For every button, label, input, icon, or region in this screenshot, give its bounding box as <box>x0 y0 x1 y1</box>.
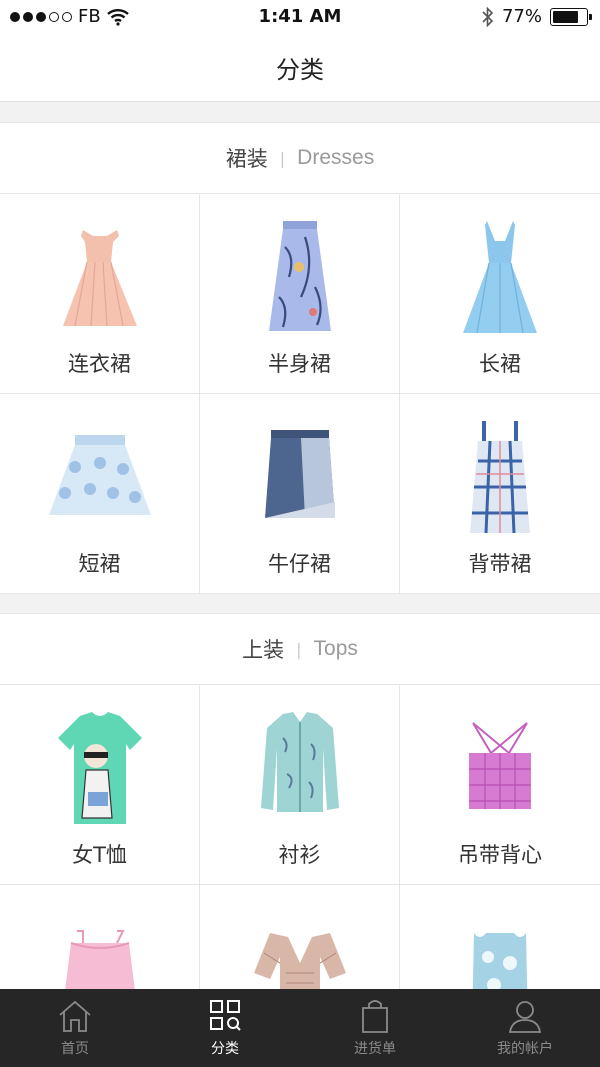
tab-label: 进货单 <box>354 1041 396 1057</box>
page-title: 分类 <box>276 56 324 84</box>
tab-home[interactable]: 首页 <box>0 989 150 1067</box>
category-item-dress[interactable]: 连衣裙 <box>0 194 200 394</box>
status-bar: FB 1:41 AM 77% <box>0 0 600 34</box>
denim-skirt-icon <box>240 414 360 540</box>
tab-account[interactable]: 我的帐户 <box>450 989 600 1067</box>
category-item-midi-skirt[interactable]: 半身裙 <box>200 194 400 394</box>
tab-label: 首页 <box>61 1041 89 1057</box>
user-icon <box>508 1001 542 1033</box>
tshirt-icon <box>40 705 160 831</box>
section-header: 上装 | Tops <box>0 613 600 685</box>
battery-percent: 77% <box>501 6 542 27</box>
section-title-zh: 上装 <box>242 638 285 662</box>
section-divider: | <box>296 639 302 659</box>
shopping-bag-icon <box>362 1000 388 1033</box>
category-item-camisole[interactable]: 吊带背心 <box>400 685 600 885</box>
category-item-shirt[interactable]: 衬衫 <box>200 685 400 885</box>
section-title-en: Tops <box>313 637 358 660</box>
pinafore-dress-icon <box>440 414 560 540</box>
short-skirt-icon <box>40 414 160 540</box>
navigation-bar: 分类 <box>0 34 600 102</box>
category-label: 牛仔裙 <box>268 552 331 576</box>
bluetooth-icon <box>482 6 494 27</box>
category-grid: 连衣裙 半身裙 长裙 短裙 牛仔裙 背带裙 <box>0 194 600 594</box>
battery-icon <box>550 7 592 26</box>
category-item-long-dress[interactable]: 长裙 <box>400 194 600 394</box>
tab-category[interactable]: 分类 <box>150 989 300 1067</box>
section-title-zh: 裙装 <box>225 147 268 171</box>
bottom-tab-bar: 首页 分类 进货单 我的帐户 <box>0 989 600 1067</box>
category-item-tshirt[interactable]: 女T恤 <box>0 685 200 885</box>
long-skirt-icon <box>240 214 360 340</box>
tab-label: 分类 <box>211 1041 239 1057</box>
dress-icon <box>40 214 160 340</box>
shirt-icon <box>240 705 360 831</box>
category-item-short-skirt[interactable]: 短裙 <box>0 394 200 594</box>
category-label: 女T恤 <box>72 843 127 867</box>
camisole-icon <box>440 705 560 831</box>
category-label: 连衣裙 <box>68 352 131 376</box>
section-divider: | <box>279 148 286 168</box>
home-icon <box>59 1000 91 1032</box>
status-right: 77% <box>482 6 592 27</box>
category-label: 衬衫 <box>278 843 321 867</box>
category-item-denim-skirt[interactable]: 牛仔裙 <box>200 394 400 594</box>
category-label: 短裙 <box>78 552 121 576</box>
battery-level <box>553 10 578 23</box>
category-label: 吊带背心 <box>458 843 542 867</box>
section-dresses: 裙装 | Dresses 连衣裙 半身裙 长裙 短裙 牛仔裙 背带裙 <box>0 122 600 594</box>
section-header: 裙装 | Dresses <box>0 122 600 194</box>
category-label: 半身裙 <box>268 352 331 376</box>
section-title-en: Dresses <box>297 146 375 169</box>
tab-label: 我的帐户 <box>497 1041 553 1057</box>
category-label: 长裙 <box>479 352 521 376</box>
category-grid-icon <box>210 1000 241 1031</box>
blue-dress-icon <box>440 214 560 340</box>
category-item-pinafore[interactable]: 背带裙 <box>400 394 600 594</box>
tab-cart[interactable]: 进货单 <box>300 989 450 1067</box>
category-label: 背带裙 <box>468 552 532 576</box>
